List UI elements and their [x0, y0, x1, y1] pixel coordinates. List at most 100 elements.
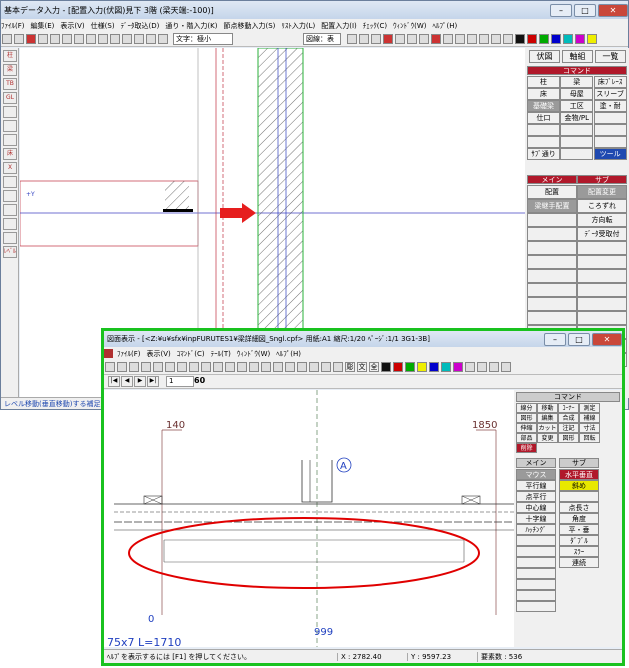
tool-icon[interactable] — [141, 362, 151, 372]
next-page-button[interactable]: ▶ — [134, 376, 146, 387]
tool-label[interactable]: 全 — [369, 362, 379, 372]
tool-icon[interactable] — [297, 362, 307, 372]
sub-sub-item[interactable]: 斜め — [559, 480, 599, 491]
prev-page-button[interactable]: ◀ — [121, 376, 133, 387]
sub-sub-item[interactable]: 平・垂 — [559, 524, 599, 535]
color-icon[interactable] — [465, 362, 475, 372]
zoom-field[interactable]: 60 — [194, 376, 208, 387]
sub-command-button[interactable]: 寸法 — [579, 423, 600, 433]
menu-item[interactable]: ﾌｧｲﾙ(F) — [117, 349, 141, 359]
sub-sub-item[interactable]: 水平垂直 — [559, 469, 599, 480]
left-tool-icon[interactable]: 柱 — [3, 50, 17, 62]
first-page-button[interactable]: |◀ — [108, 376, 120, 387]
left-tool-icon[interactable] — [3, 176, 17, 188]
command-button[interactable]: 工区 — [560, 100, 594, 112]
sub-canvas[interactable]: 140 1850 A 0 999 75x7 L=1710 — [104, 390, 514, 647]
tool-icon[interactable] — [213, 362, 223, 372]
left-tool-icon[interactable]: TB — [3, 78, 17, 90]
left-tool-icon[interactable] — [3, 218, 17, 230]
command-button[interactable]: 柱 — [527, 76, 560, 88]
sub-command-button[interactable]: 編集 — [537, 413, 558, 423]
tool-icon[interactable] — [443, 34, 453, 44]
sub-command-button[interactable]: 注記 — [558, 423, 579, 433]
command-button[interactable] — [527, 136, 560, 148]
command-button[interactable]: ツール — [593, 148, 627, 160]
main-item[interactable] — [527, 255, 577, 269]
tool-icon[interactable] — [479, 34, 489, 44]
tool-label[interactable]: 彫 — [345, 362, 355, 372]
menu-item[interactable]: ﾃﾞｰﾀ取込(D) — [121, 21, 160, 31]
tool-icon[interactable] — [74, 34, 84, 44]
sub-sub-item[interactable]: 角度 — [559, 513, 599, 524]
tool-icon[interactable] — [201, 362, 211, 372]
sub-item[interactable] — [577, 269, 627, 283]
menu-item[interactable]: ﾃｰﾙ(T) — [211, 349, 231, 359]
tool-icon[interactable] — [225, 362, 235, 372]
left-tool-icon[interactable]: X — [3, 162, 17, 174]
sub-item[interactable] — [577, 297, 627, 311]
font-size-select[interactable]: 文字：極小 — [173, 33, 233, 45]
command-button[interactable]: 仕口 — [527, 112, 560, 124]
menu-item[interactable]: ﾘｽﾄ入力(L) — [281, 21, 315, 31]
left-tool-icon[interactable] — [3, 120, 17, 132]
tool-icon[interactable] — [491, 34, 501, 44]
tool-icon[interactable] — [383, 34, 393, 44]
sub-command-button[interactable]: 線分 — [516, 403, 537, 413]
tool-icon[interactable] — [515, 34, 525, 44]
menu-item[interactable]: 表示(V) — [147, 349, 171, 359]
command-button[interactable] — [593, 136, 627, 148]
menu-item[interactable]: ｳｨﾝﾄﾞｳ(W) — [393, 21, 426, 31]
command-button[interactable] — [560, 124, 594, 136]
sub-sub-item[interactable] — [559, 491, 599, 502]
sub-command-button[interactable]: 測定 — [579, 403, 600, 413]
tool-icon[interactable] — [431, 34, 441, 44]
tool-icon[interactable] — [371, 34, 381, 44]
main-item[interactable] — [527, 269, 577, 283]
sub-sub-item[interactable]: 連続 — [559, 557, 599, 568]
menu-item[interactable]: ﾁｪｯｸ(C) — [363, 21, 387, 31]
command-button[interactable]: 床ﾌﾞﾚｰｽ — [593, 76, 627, 88]
sub-command-button[interactable]: ｺｰﾅｰ — [558, 403, 579, 413]
tool-icon[interactable] — [407, 34, 417, 44]
main-item[interactable]: 配置 — [527, 185, 577, 199]
command-button[interactable]: 金物/PL — [560, 112, 594, 124]
sub-item[interactable] — [577, 283, 627, 297]
main-item[interactable] — [527, 241, 577, 255]
tool-icon[interactable] — [285, 362, 295, 372]
tool-icon[interactable] — [134, 34, 144, 44]
command-button[interactable]: 塗・耐 — [593, 100, 627, 112]
tool-icon[interactable] — [333, 362, 343, 372]
color-icon[interactable] — [417, 362, 427, 372]
main-item[interactable] — [527, 213, 577, 227]
sub-maximize-button[interactable]: □ — [568, 332, 590, 346]
color-icon[interactable] — [453, 362, 463, 372]
tool-icon[interactable] — [503, 34, 513, 44]
menu-item[interactable]: 節点移動入力(S) — [223, 21, 275, 31]
page-number-field[interactable]: 1 — [166, 376, 194, 387]
tool-icon[interactable] — [117, 362, 127, 372]
tool-icon[interactable] — [359, 34, 369, 44]
sub-command-button[interactable]: 移動 — [537, 403, 558, 413]
tool-label[interactable]: 文 — [357, 362, 367, 372]
tool-icon[interactable] — [467, 34, 477, 44]
main-item[interactable]: 梁継手配置 — [527, 199, 577, 213]
sub-command-button[interactable]: 変更 — [537, 433, 558, 443]
tool-icon[interactable] — [539, 34, 549, 44]
sub-command-button[interactable]: 図形 — [516, 413, 537, 423]
sub-command-button[interactable]: 伸縮 — [516, 423, 537, 433]
tool-icon[interactable] — [249, 362, 259, 372]
left-tool-icon[interactable]: ﾚﾍﾞﾙ — [3, 246, 17, 258]
tool-icon[interactable] — [419, 34, 429, 44]
left-tool-icon[interactable]: GL — [3, 92, 17, 104]
left-tool-icon[interactable]: 床 — [3, 148, 17, 160]
command-button[interactable]: ｻﾌﾞ通り — [527, 148, 560, 160]
tool-icon[interactable] — [177, 362, 187, 372]
color-icon[interactable] — [501, 362, 511, 372]
sub-item[interactable]: 配置変更 — [577, 185, 627, 199]
layer-select[interactable]: 図線：表 — [303, 33, 341, 45]
sub-main-item[interactable]: 点平行 — [516, 491, 556, 502]
menu-item[interactable]: 仕様(S) — [91, 21, 115, 31]
tool-icon[interactable] — [62, 34, 72, 44]
menu-item[interactable]: ｺﾏﾝﾄﾞ(C) — [177, 349, 205, 359]
color-icon[interactable] — [429, 362, 439, 372]
